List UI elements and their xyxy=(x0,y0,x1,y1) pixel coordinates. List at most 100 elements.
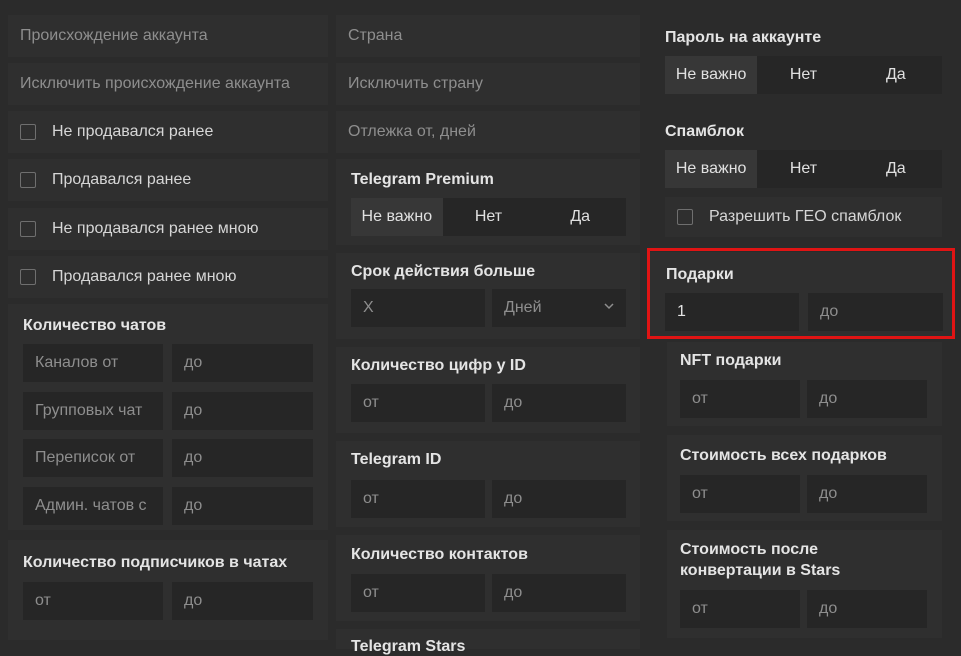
subscribers-to-placeholder: до xyxy=(184,592,203,609)
check-sold-by-me[interactable]: Продавался ранее мною xyxy=(8,256,328,298)
channels-to-placeholder: до xyxy=(184,354,203,371)
gifts-cost-heading: Стоимость всех подарков xyxy=(680,447,887,464)
exclude-country-select[interactable]: Исключить страну xyxy=(336,63,640,105)
telegram-id-to-placeholder: до xyxy=(504,490,523,507)
id-digits-to-placeholder: до xyxy=(504,394,523,411)
chats-count-heading: Количество чатов xyxy=(23,317,167,334)
groups-to-input[interactable]: до xyxy=(172,392,313,430)
telegram-id-to-input[interactable]: до xyxy=(492,480,626,518)
checkbox-icon[interactable] xyxy=(20,221,36,237)
nft-gifts-heading: NFT подарки xyxy=(680,352,782,369)
check-not-sold-by-me[interactable]: Не продавался ранее мною xyxy=(8,208,328,250)
check-not-sold-before[interactable]: Не продавался ранее xyxy=(8,111,328,153)
checkbox-icon[interactable] xyxy=(20,124,36,140)
premium-option-yes[interactable]: Да xyxy=(534,198,627,236)
check-sold-before[interactable]: Продавался ранее xyxy=(8,159,328,201)
account-origin-select[interactable]: Происхождение аккаунта xyxy=(8,15,328,57)
groups-from-input[interactable]: Групповых чат xyxy=(23,392,163,430)
rest-days-placeholder: Отлежка от, дней xyxy=(348,123,476,140)
exclude-country-placeholder: Исключить страну xyxy=(348,75,484,92)
account-origin-placeholder: Происхождение аккаунта xyxy=(20,27,208,44)
gifts-cost-from-placeholder: от xyxy=(692,485,708,502)
check-label: Не продавался ранее xyxy=(52,123,214,140)
checkbox-icon[interactable] xyxy=(677,209,693,225)
id-digits-heading: Количество цифр у ID xyxy=(351,357,526,374)
subscribers-to-input[interactable]: до xyxy=(172,582,313,620)
stars-heading-partial: Telegram Stars xyxy=(351,638,466,655)
dialogs-from-placeholder: Переписок от xyxy=(35,449,136,466)
password-option-any[interactable]: Не важно xyxy=(665,56,758,94)
expiry-value-placeholder: X xyxy=(363,299,374,316)
exclude-account-origin-select[interactable]: Исключить происхождение аккаунта xyxy=(8,63,328,105)
channels-to-input[interactable]: до xyxy=(172,344,313,382)
admin-chats-to-placeholder: до xyxy=(184,497,203,514)
stars-cost-heading-line1: Стоимость после xyxy=(680,541,818,558)
telegram-id-heading: Telegram ID xyxy=(351,451,442,468)
spamblock-segmented: Не важно Нет Да xyxy=(665,150,942,188)
contacts-from-placeholder: от xyxy=(363,584,379,601)
id-digits-to-input[interactable]: до xyxy=(492,384,626,422)
admin-chats-from-input[interactable]: Админ. чатов с xyxy=(23,487,163,525)
gifts-cost-to-placeholder: до xyxy=(819,485,838,502)
spamblock-option-no[interactable]: Нет xyxy=(757,150,850,188)
expiry-value-input[interactable]: X xyxy=(351,289,485,327)
contacts-heading: Количество контактов xyxy=(351,546,528,563)
id-digits-from-input[interactable]: от xyxy=(351,384,485,422)
chevron-down-icon xyxy=(604,303,614,310)
password-option-yes[interactable]: Да xyxy=(849,56,942,94)
dialogs-to-input[interactable]: до xyxy=(172,439,313,477)
check-label: Продавался ранее мною xyxy=(52,268,237,285)
premium-heading: Telegram Premium xyxy=(351,171,494,188)
gifts-cost-from-input[interactable]: от xyxy=(680,475,800,513)
groups-to-placeholder: до xyxy=(184,402,203,419)
stars-cost-from-input[interactable]: от xyxy=(680,590,800,628)
stars-cost-to-input[interactable]: до xyxy=(807,590,927,628)
country-placeholder: Страна xyxy=(348,27,403,44)
rest-days-input[interactable]: Отлежка от, дней xyxy=(336,111,640,153)
dialogs-from-input[interactable]: Переписок от xyxy=(23,439,163,477)
channels-from-placeholder: Каналов от xyxy=(35,354,119,371)
expiry-unit-value: Дней xyxy=(504,299,542,316)
password-segmented: Не важно Нет Да xyxy=(665,56,942,94)
check-label: Не продавался ранее мною xyxy=(52,220,259,237)
nft-gifts-from-input[interactable]: от xyxy=(680,380,800,418)
contacts-from-input[interactable]: от xyxy=(351,574,485,612)
subscribers-from-input[interactable]: от xyxy=(23,582,163,620)
groups-from-placeholder: Групповых чат xyxy=(35,402,143,419)
country-select[interactable]: Страна xyxy=(336,15,640,57)
nft-gifts-to-input[interactable]: до xyxy=(807,380,927,418)
checkbox-icon[interactable] xyxy=(20,269,36,285)
nft-gifts-from-placeholder: от xyxy=(692,390,708,407)
expiry-heading: Срок действия больше xyxy=(351,263,536,280)
premium-option-no[interactable]: Нет xyxy=(442,198,535,236)
stars-cost-from-placeholder: от xyxy=(692,600,708,617)
gifts-cost-to-input[interactable]: до xyxy=(807,475,927,513)
dialogs-to-placeholder: до xyxy=(184,449,203,466)
check-label: Продавался ранее xyxy=(52,171,192,188)
telegram-id-from-input[interactable]: от xyxy=(351,480,485,518)
spamblock-option-yes[interactable]: Да xyxy=(849,150,942,188)
id-digits-from-placeholder: от xyxy=(363,394,379,411)
password-heading: Пароль на аккаунте xyxy=(665,29,822,46)
spamblock-option-any[interactable]: Не важно xyxy=(665,150,758,188)
admin-chats-to-input[interactable]: до xyxy=(172,487,313,525)
telegram-id-from-placeholder: от xyxy=(363,490,379,507)
channels-from-input[interactable]: Каналов от xyxy=(23,344,163,382)
premium-segmented: Не важно Нет Да xyxy=(351,198,627,236)
contacts-to-placeholder: до xyxy=(504,584,523,601)
expiry-unit-select[interactable]: Дней xyxy=(492,289,626,327)
contacts-to-input[interactable]: до xyxy=(492,574,626,612)
premium-option-any[interactable]: Не важно xyxy=(351,198,443,236)
stars-cost-to-placeholder: до xyxy=(819,600,838,617)
geo-spamblock-check[interactable]: Разрешить ГЕО спамблок xyxy=(665,197,942,237)
geo-spamblock-label: Разрешить ГЕО спамблок xyxy=(709,208,902,225)
exclude-account-origin-placeholder: Исключить происхождение аккаунта xyxy=(20,75,290,92)
nft-gifts-to-placeholder: до xyxy=(819,390,838,407)
admin-chats-from-placeholder: Админ. чатов с xyxy=(35,497,147,514)
highlight-frame xyxy=(647,248,955,339)
checkbox-icon[interactable] xyxy=(20,172,36,188)
password-option-no[interactable]: Нет xyxy=(757,56,850,94)
subscribers-from-placeholder: от xyxy=(35,592,51,609)
spamblock-heading: Спамблок xyxy=(665,123,744,140)
subscribers-heading: Количество подписчиков в чатах xyxy=(23,554,288,571)
